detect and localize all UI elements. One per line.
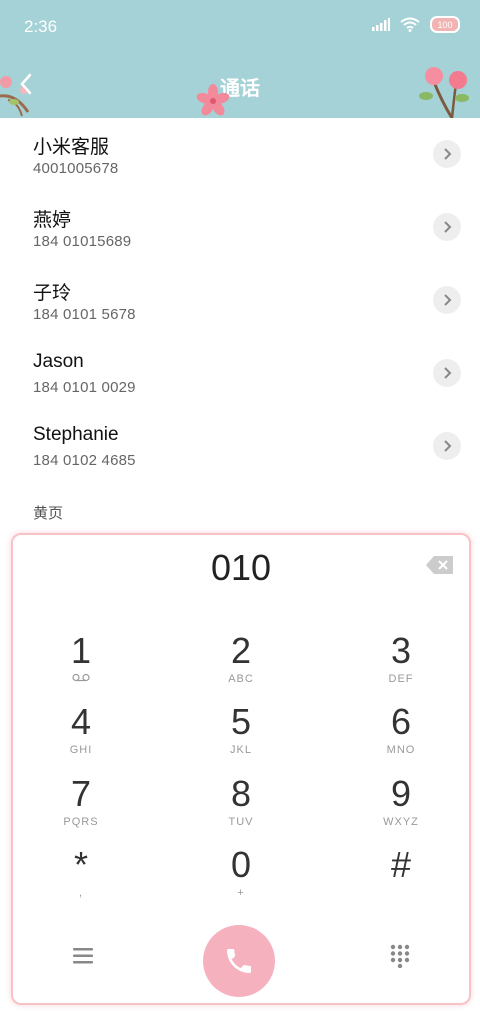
contact-number: 4001005678: [33, 160, 119, 177]
contact-detail-button[interactable]: [433, 432, 461, 460]
dial-key-7[interactable]: 7 PQRS: [21, 774, 141, 838]
key-digit: 0: [230, 844, 252, 885]
key-digit: 2: [230, 630, 252, 671]
battery-level: 100: [437, 19, 453, 30]
dial-key-1[interactable]: 1: [21, 631, 141, 695]
dialpad: 010 1 2 ABC 3 DEF 4 GHI 5 JKL 6 MNO 7 PQ…: [11, 533, 471, 1005]
contact-number: 184 0101 5678: [33, 306, 136, 323]
key-digit: 5: [230, 701, 252, 742]
contact-row[interactable]: 燕婷 184 01015689: [0, 191, 480, 264]
keypad-toggle-button[interactable]: [385, 939, 415, 973]
dial-key-star[interactable]: * ,: [21, 845, 141, 909]
dialed-number-display: 010: [210, 547, 272, 588]
dial-key-2[interactable]: 2 ABC: [181, 631, 301, 695]
backspace-icon[interactable]: [425, 555, 455, 575]
flower-decoration-center: [196, 84, 230, 116]
voicemail-icon: [72, 673, 90, 682]
key-digit: 9: [390, 773, 412, 814]
contact-detail-button[interactable]: [433, 140, 461, 168]
signal-icon: [372, 18, 390, 31]
chevron-right-icon: [444, 367, 452, 379]
dial-key-4[interactable]: 4 GHI: [21, 702, 141, 766]
key-letters: PQRS: [63, 816, 99, 828]
battery-icon: 100: [430, 16, 460, 33]
page-title: 通话: [220, 78, 260, 100]
key-letters: GHI: [69, 744, 93, 756]
key-letters: ,: [78, 887, 84, 899]
contact-row[interactable]: Jason 184 0101 0029: [0, 337, 480, 410]
menu-icon: [73, 948, 93, 964]
dial-key-8[interactable]: 8 TUV: [181, 774, 301, 838]
phone-icon: [227, 949, 251, 973]
key-digit: 3: [390, 630, 412, 671]
key-digit: 6: [390, 701, 412, 742]
contact-number: 184 0102 4685: [33, 452, 136, 469]
header: 2:36 100 通话: [0, 0, 480, 118]
key-digit: #: [390, 844, 412, 885]
contact-row[interactable]: 子玲 184 0101 5678: [0, 264, 480, 337]
dial-key-0[interactable]: 0 +: [181, 845, 301, 909]
contact-detail-button[interactable]: [433, 213, 461, 241]
key-letters: JKL: [230, 744, 252, 756]
contact-row[interactable]: 小米客服 4001005678: [0, 118, 480, 191]
status-time: 2:36: [24, 17, 58, 36]
contact-name: 燕婷: [33, 210, 72, 231]
key-letters: ABC: [228, 673, 254, 685]
status-bar: 2:36 100: [0, 0, 480, 52]
dial-key-6[interactable]: 6 MNO: [341, 702, 461, 766]
key-digit: *: [73, 844, 88, 885]
contact-detail-button[interactable]: [433, 286, 461, 314]
key-digit: 8: [230, 773, 252, 814]
key-letters: [21, 673, 141, 687]
contact-name: Stephanie: [33, 424, 119, 445]
contact-number: 184 01015689: [33, 233, 132, 250]
contact-name: Jason: [33, 351, 84, 372]
key-letters: +: [237, 887, 245, 899]
contact-number: 184 0101 0029: [33, 379, 136, 396]
key-digit: 7: [70, 773, 92, 814]
flower-decoration-right: [419, 67, 469, 118]
key-letters: WXYZ: [383, 816, 419, 828]
chevron-right-icon: [444, 221, 452, 233]
chevron-right-icon: [444, 440, 452, 452]
wifi-icon: [400, 17, 420, 32]
contact-name: 小米客服: [33, 137, 110, 158]
dialpad-grid-icon: [390, 944, 410, 968]
menu-button[interactable]: [69, 941, 97, 971]
dial-key-5[interactable]: 5 JKL: [181, 702, 301, 766]
dial-key-hash[interactable]: #: [341, 845, 461, 909]
key-letters: TUV: [228, 816, 254, 828]
dialpad-bottom-bar: [13, 925, 469, 997]
key-letters: DEF: [388, 673, 414, 685]
key-digit: 1: [70, 630, 92, 671]
contact-detail-button[interactable]: [433, 359, 461, 387]
chevron-right-icon: [444, 294, 452, 306]
contact-name: 子玲: [33, 283, 72, 304]
section-label-yellow-pages: 黄页: [33, 505, 64, 522]
status-icons: 100: [372, 16, 460, 33]
key-digit: 4: [70, 701, 92, 742]
dial-key-3[interactable]: 3 DEF: [341, 631, 461, 695]
key-letters: MNO: [386, 744, 416, 756]
title-row: 通话: [0, 64, 480, 104]
chevron-right-icon: [444, 148, 452, 160]
call-button[interactable]: [203, 925, 275, 997]
dial-key-9[interactable]: 9 WXYZ: [341, 774, 461, 838]
key-letters: [341, 887, 461, 901]
contact-row[interactable]: Stephanie 184 0102 4685: [0, 410, 480, 483]
